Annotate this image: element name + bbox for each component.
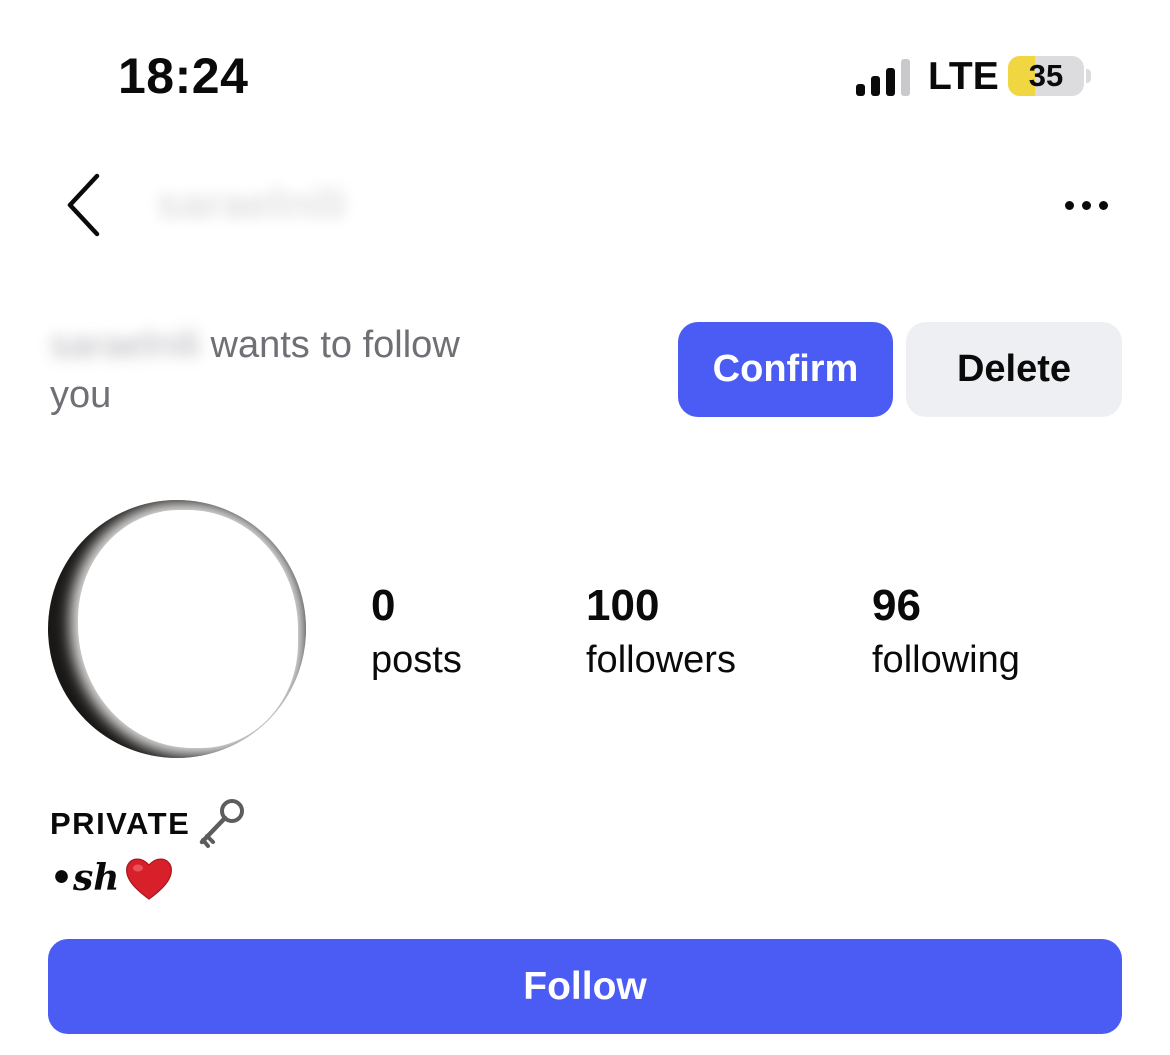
follow-button[interactable]: Follow: [48, 939, 1122, 1034]
red-heart-icon: [126, 858, 173, 900]
cellular-signal-icon: [856, 56, 914, 96]
bio-signature-text: •sh: [50, 857, 120, 899]
stat-posts[interactable]: 0 posts: [371, 580, 462, 684]
key-icon: [200, 799, 245, 848]
battery-icon: 35: [1008, 56, 1084, 96]
stat-followers[interactable]: 100 followers: [586, 580, 736, 684]
profile-username: saraelnili: [156, 179, 347, 228]
bio-private-text: PRIVATE: [50, 806, 191, 841]
more-options-button[interactable]: [1055, 186, 1119, 226]
posts-label: posts: [371, 639, 462, 681]
stat-following[interactable]: 96 following: [872, 580, 1020, 684]
followers-label: followers: [586, 639, 736, 681]
battery-level: 35: [1028, 58, 1064, 93]
following-label: following: [872, 639, 1020, 681]
delete-request-button[interactable]: Delete: [906, 322, 1122, 417]
chevron-left-icon: [67, 173, 100, 237]
posts-count: 0: [371, 581, 396, 630]
follow-request-text: saraelnili wants to follow you: [50, 320, 490, 420]
network-type: LTE: [928, 55, 999, 98]
request-username: saraelnili: [50, 324, 200, 366]
followers-count: 100: [586, 581, 660, 630]
profile-avatar[interactable]: [48, 500, 306, 758]
bio-line-2: •sh: [50, 852, 175, 904]
bio-line-1: PRIVATE: [50, 796, 248, 852]
battery-tip: [1086, 69, 1091, 83]
back-button[interactable]: [50, 170, 120, 240]
following-count: 96: [872, 581, 921, 630]
confirm-request-button[interactable]: Confirm: [678, 322, 893, 417]
status-time: 18:24: [118, 48, 249, 104]
